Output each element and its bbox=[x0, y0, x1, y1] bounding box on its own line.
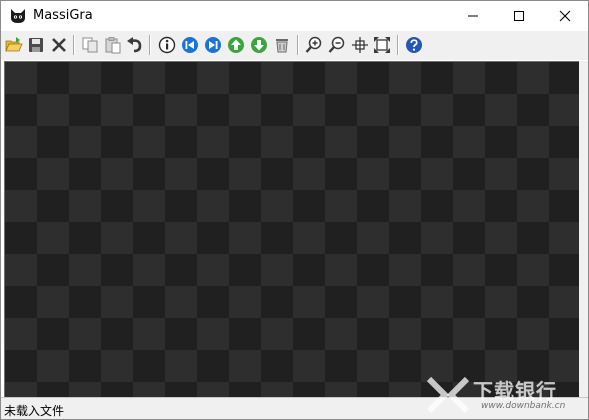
minimize-button[interactable] bbox=[450, 1, 496, 31]
toolbar bbox=[1, 31, 588, 60]
copy-icon[interactable] bbox=[81, 36, 99, 54]
zoom-in-icon[interactable] bbox=[305, 36, 323, 54]
skip-back-icon[interactable] bbox=[181, 36, 199, 54]
watermark-logo-icon bbox=[426, 376, 470, 414]
info-icon[interactable] bbox=[158, 36, 176, 54]
actual-size-icon[interactable] bbox=[351, 36, 369, 54]
arrow-up-icon[interactable] bbox=[227, 36, 245, 54]
fit-window-icon[interactable] bbox=[373, 36, 391, 54]
skip-forward-icon[interactable] bbox=[204, 36, 222, 54]
title-bar[interactable]: MassiGra bbox=[1, 1, 588, 31]
arrow-down-icon[interactable] bbox=[250, 36, 268, 54]
canvas-edge bbox=[579, 61, 588, 397]
toolbar-separator bbox=[397, 35, 399, 55]
cat-icon bbox=[11, 9, 25, 23]
minimize-icon bbox=[468, 15, 478, 17]
watermark-url: www.downbank.cn bbox=[481, 401, 566, 411]
undo-icon[interactable] bbox=[126, 36, 144, 54]
watermark-title: 下载银行 bbox=[473, 379, 557, 403]
close-button[interactable] bbox=[542, 1, 588, 31]
toolbar-separator bbox=[297, 35, 299, 55]
save-disk-icon[interactable] bbox=[27, 36, 45, 54]
window-title: MassiGra bbox=[33, 8, 93, 23]
image-canvas[interactable] bbox=[4, 61, 587, 397]
paste-icon[interactable] bbox=[104, 36, 122, 54]
trash-icon[interactable] bbox=[273, 36, 291, 54]
open-folder-icon[interactable] bbox=[5, 36, 23, 54]
status-text: 未载入文件 bbox=[4, 404, 65, 418]
toolbar-separator bbox=[73, 35, 75, 55]
x-icon[interactable] bbox=[50, 36, 68, 54]
watermark: 下载银行 www.downbank.cn bbox=[421, 371, 586, 419]
toolbar-separator bbox=[149, 35, 151, 55]
help-icon[interactable] bbox=[405, 36, 423, 54]
close-icon bbox=[559, 10, 571, 22]
maximize-button[interactable] bbox=[496, 1, 542, 31]
maximize-icon bbox=[514, 11, 524, 21]
zoom-out-icon[interactable] bbox=[328, 36, 346, 54]
app-window: MassiGra 未载入文件 下载银行 www.downbank.cn bbox=[0, 0, 589, 420]
